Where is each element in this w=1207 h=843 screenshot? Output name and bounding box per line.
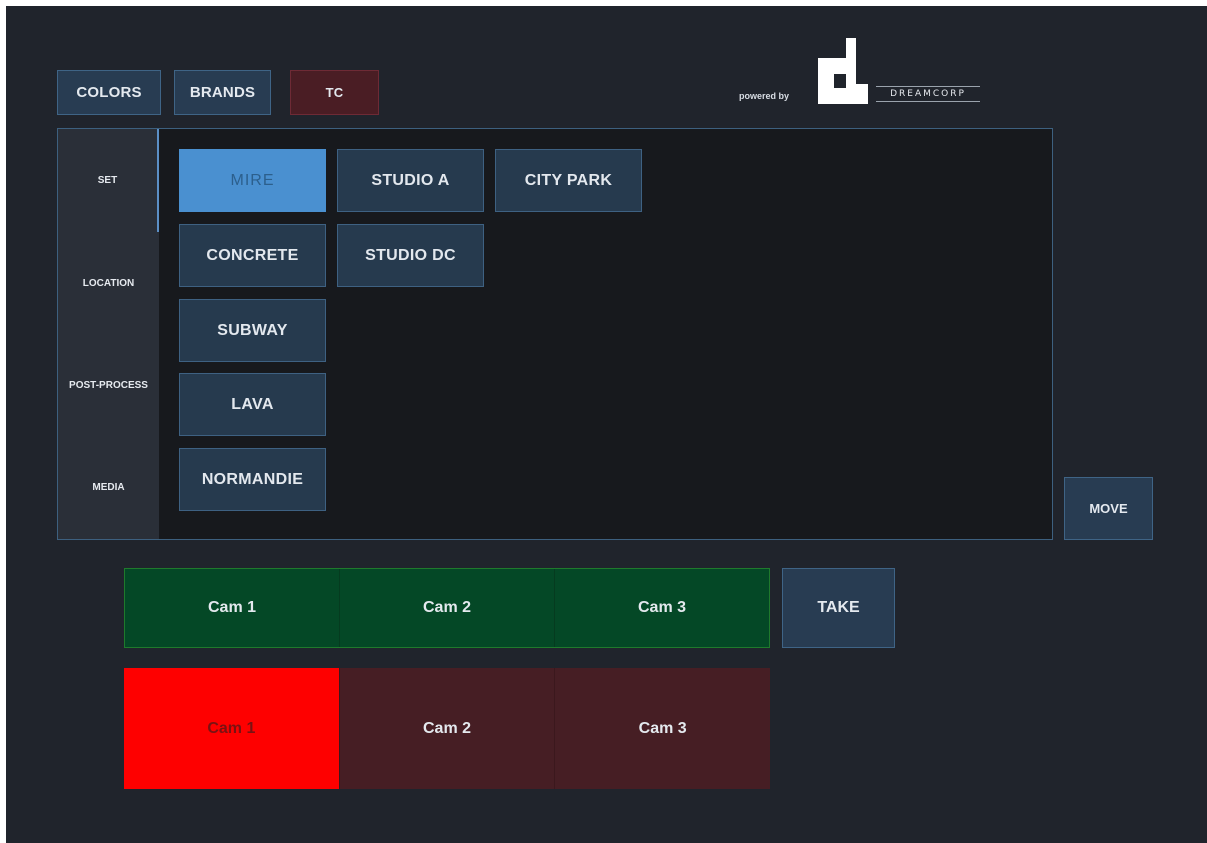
program-cam-3-button[interactable]: Cam 3 <box>554 668 770 789</box>
program-camera-row: Cam 1 Cam 2 Cam 3 <box>124 668 770 789</box>
set-button-mire[interactable]: MIRE <box>179 149 326 212</box>
dreamcorp-logo-icon <box>818 38 868 104</box>
preview-camera-row: Cam 1 Cam 2 Cam 3 <box>124 568 770 648</box>
set-button-studio-dc[interactable]: STUDIO DC <box>337 224 484 287</box>
category-sidebar: SET LOCATION POST-PROCESS MEDIA <box>58 129 159 539</box>
set-button-city-park[interactable]: CITY PARK <box>495 149 642 212</box>
move-button[interactable]: MOVE <box>1064 477 1153 540</box>
scene-panel: SET LOCATION POST-PROCESS MEDIA MIRE STU… <box>57 128 1053 540</box>
set-button-subway[interactable]: SUBWAY <box>179 299 326 362</box>
set-button-concrete[interactable]: CONCRETE <box>179 224 326 287</box>
program-cam-1-button[interactable]: Cam 1 <box>124 668 339 789</box>
set-button-normandie[interactable]: NORMANDIE <box>179 448 326 511</box>
dreamcorp-logo-text: DREAMCORP <box>876 86 980 102</box>
set-button-studio-a[interactable]: STUDIO A <box>337 149 484 212</box>
preview-cam-3-button[interactable]: Cam 3 <box>554 569 769 647</box>
app-window: COLORS BRANDS TC powered by DREAMCORP SE… <box>6 6 1207 843</box>
sidebar-item-location[interactable]: LOCATION <box>58 232 159 335</box>
preview-cam-2-button[interactable]: Cam 2 <box>339 569 554 647</box>
brands-button[interactable]: BRANDS <box>174 70 271 115</box>
sidebar-item-set[interactable]: SET <box>58 129 159 232</box>
tc-button[interactable]: TC <box>290 70 379 115</box>
set-button-lava[interactable]: LAVA <box>179 373 326 436</box>
take-button[interactable]: TAKE <box>782 568 895 648</box>
preview-cam-1-button[interactable]: Cam 1 <box>125 569 339 647</box>
program-cam-2-button[interactable]: Cam 2 <box>338 668 555 789</box>
sidebar-item-post-process[interactable]: POST-PROCESS <box>58 334 159 437</box>
sidebar-item-media[interactable]: MEDIA <box>58 436 159 539</box>
colors-button[interactable]: COLORS <box>57 70 161 115</box>
powered-by-label: powered by <box>739 91 790 101</box>
